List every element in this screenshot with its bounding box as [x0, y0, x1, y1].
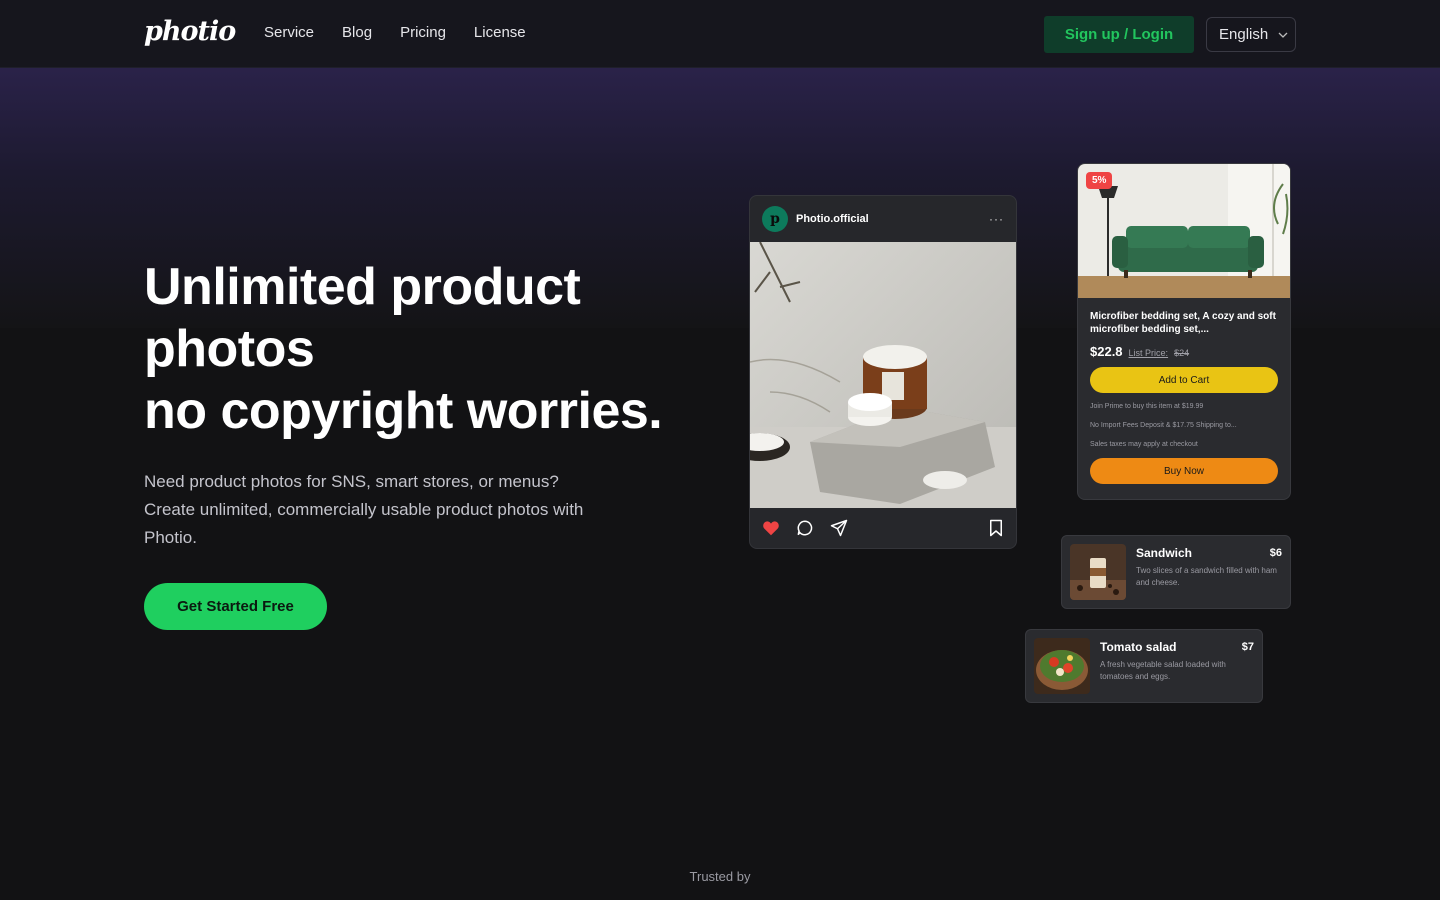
- cosmetic-jar-photo: [750, 242, 1016, 508]
- trusted-by-label: Trusted by: [689, 869, 751, 884]
- shipping-note: No Import Fees Deposit & $17.75 Shipping…: [1090, 422, 1237, 429]
- prime-note: Join Prime to buy this item at $19.99: [1090, 403, 1204, 410]
- product-name[interactable]: Microfiber bedding set, A cozy and soft …: [1090, 310, 1278, 336]
- social-post-card: p Photio.official ···: [749, 195, 1017, 549]
- hero-title-line: photos: [144, 320, 315, 378]
- menu-item-name: Tomato salad: [1100, 640, 1177, 654]
- avatar[interactable]: p: [762, 206, 788, 232]
- hero-subtitle-line: Create unlimited, commercially usable pr…: [144, 500, 584, 519]
- heart-icon[interactable]: [762, 520, 780, 536]
- post-actions: [750, 508, 1016, 548]
- hero-subtitle: Need product photos for SNS, smart store…: [144, 468, 604, 552]
- menu-item-name: Sandwich: [1136, 546, 1193, 560]
- add-to-cart-button[interactable]: Add to Cart: [1090, 367, 1278, 393]
- current-price: $22.8: [1090, 344, 1123, 359]
- menu-item-info: Sandwich $6 Two slices of a sandwich fil…: [1136, 544, 1282, 600]
- price-row: $22.8 List Price: $24: [1090, 344, 1278, 359]
- account-handle[interactable]: Photio.official: [796, 213, 981, 225]
- menu-item-info: Tomato salad $7 A fresh vegetable salad …: [1100, 638, 1254, 694]
- discount-badge: 5%: [1086, 172, 1113, 189]
- more-options-icon[interactable]: ···: [989, 212, 1004, 226]
- language-selector[interactable]: English: [1206, 17, 1296, 52]
- product-card: 5% Microfiber bedding set, A cozy and so…: [1077, 163, 1291, 500]
- signup-login-button[interactable]: Sign up / Login: [1044, 16, 1194, 53]
- language-label: English: [1219, 26, 1269, 43]
- menu-item-card[interactable]: Sandwich $6 Two slices of a sandwich fil…: [1061, 535, 1291, 609]
- post-header: p Photio.official ···: [750, 196, 1016, 242]
- list-price: $24: [1174, 348, 1190, 358]
- photio-logo[interactable]: photio: [144, 16, 236, 47]
- comment-icon[interactable]: [796, 519, 814, 537]
- hero-subtitle-line: Photio.: [144, 528, 197, 547]
- main-nav: Service Blog Pricing License: [264, 24, 526, 41]
- list-price-label: List Price:: [1128, 348, 1169, 358]
- share-icon[interactable]: [830, 519, 848, 537]
- menu-item-card[interactable]: Tomato salad $7 A fresh vegetable salad …: [1025, 629, 1263, 703]
- menu-item-price: $7: [1241, 641, 1254, 653]
- get-started-button[interactable]: Get Started Free: [144, 583, 327, 630]
- chevron-down-icon: [1278, 32, 1288, 38]
- nav-service[interactable]: Service: [264, 24, 314, 41]
- hero-subtitle-line: Need product photos for SNS, smart store…: [144, 472, 559, 491]
- tax-note: Sales taxes may apply at checkout: [1090, 441, 1198, 448]
- nav-license[interactable]: License: [474, 24, 526, 41]
- sandwich-photo: [1070, 544, 1126, 600]
- menu-item-description: Two slices of a sandwich filled with ham…: [1136, 566, 1277, 587]
- product-details: Microfiber bedding set, A cozy and soft …: [1078, 298, 1290, 484]
- menu-item-description: A fresh vegetable salad loaded with toma…: [1100, 660, 1226, 681]
- menu-item-price: $6: [1269, 547, 1282, 559]
- nav-blog[interactable]: Blog: [342, 24, 372, 41]
- tomato-salad-photo: [1034, 638, 1090, 694]
- bookmark-icon[interactable]: [988, 519, 1004, 537]
- nav-pricing[interactable]: Pricing: [400, 24, 446, 41]
- buy-now-button[interactable]: Buy Now: [1090, 458, 1278, 484]
- hero-title-line: Unlimited product: [144, 258, 581, 316]
- menu-item-header: Sandwich $6: [1136, 546, 1282, 560]
- top-navbar: photio Service Blog Pricing License Sign…: [0, 0, 1440, 68]
- hero-title: Unlimited product photos no copyright wo…: [144, 256, 704, 442]
- hero-title-line: no copyright worries.: [144, 382, 663, 440]
- menu-item-header: Tomato salad $7: [1100, 640, 1254, 654]
